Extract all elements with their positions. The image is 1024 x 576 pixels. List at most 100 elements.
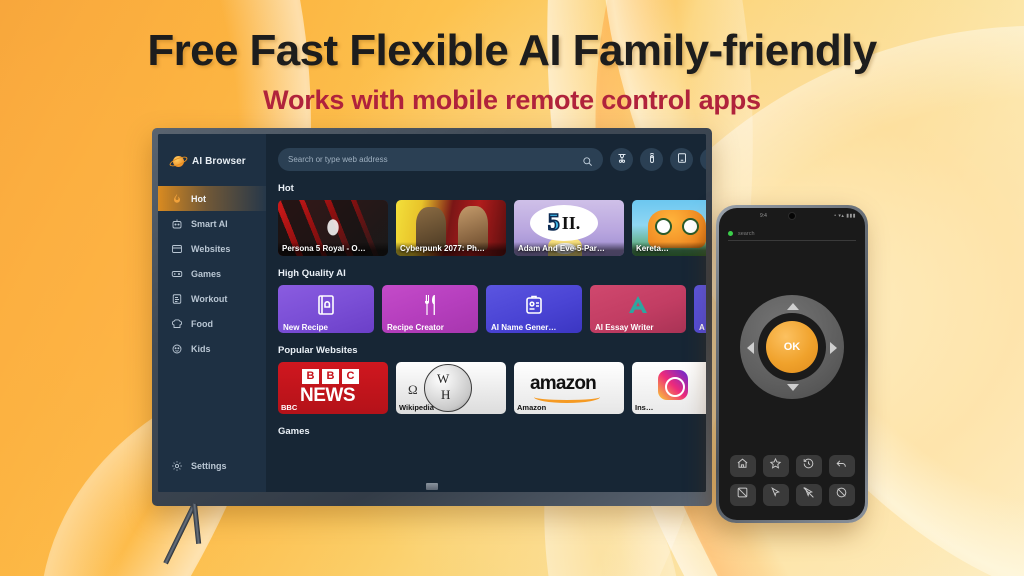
home-button[interactable]	[729, 455, 756, 477]
card-row-websites: BBC NEWS BBC Ω Wikipedia amazon Am	[278, 362, 706, 414]
screenshot-button[interactable]	[729, 484, 756, 506]
sidebar-item-games[interactable]: Games	[158, 261, 266, 286]
sidebar-item-label: Kids	[191, 343, 211, 354]
back-button[interactable]	[828, 455, 855, 477]
card-label: Adam And Eve-5-Par…	[514, 242, 624, 256]
magnifier-icon	[582, 154, 593, 166]
phone-search-placeholder: search	[738, 230, 755, 237]
chef-hat-icon	[171, 318, 183, 330]
star-favorite-icon	[769, 457, 782, 475]
history-button[interactable]	[795, 455, 822, 477]
saturn-planet-icon	[168, 154, 189, 169]
sidebar-item-label: Games	[191, 268, 222, 279]
robot-icon	[171, 218, 183, 230]
ai-card[interactable]: AI Essay Writer	[590, 285, 686, 333]
sidebar-item-label: Food	[191, 318, 213, 329]
id-badge-icon	[522, 293, 546, 317]
ai-card-label: Recipe Creator	[387, 323, 444, 332]
phone-search-field[interactable]: search	[728, 227, 856, 241]
website-label: BBC	[281, 403, 298, 412]
gear-icon	[171, 460, 183, 472]
ok-button[interactable]: OK	[766, 321, 818, 373]
dpad-container: OK	[719, 284, 865, 410]
promo-headline: Free Fast Flexible AI Family-friendly	[147, 26, 877, 75]
tv-screen: AI Browser Hot Smart AI Websites Games W…	[158, 134, 706, 492]
sidebar-item-workout[interactable]: Workout	[158, 286, 266, 311]
history-back-clock-icon	[802, 457, 815, 475]
sidebar: AI Browser Hot Smart AI Websites Games W…	[158, 134, 266, 492]
app-brand: AI Browser	[158, 148, 266, 174]
ai-browser-app: AI Browser Hot Smart AI Websites Games W…	[158, 134, 706, 492]
sidebar-item-hot[interactable]: Hot	[158, 186, 266, 211]
ai-card[interactable]: New Recipe	[278, 285, 374, 333]
remote-control-icon	[646, 151, 658, 169]
flame-icon	[171, 193, 183, 205]
website-label: Amazon	[517, 403, 547, 412]
bbc-news-wordmark: NEWS	[300, 385, 356, 406]
bbc-logo: BBC	[302, 369, 359, 384]
pointer-button[interactable]	[762, 484, 789, 506]
sidebar-item-food[interactable]: Food	[158, 311, 266, 336]
a-letter-icon	[626, 293, 650, 317]
kid-face-icon	[171, 343, 183, 355]
bookmark-icon	[676, 151, 688, 169]
sidebar-item-websites[interactable]: Websites	[158, 236, 266, 261]
promo-subheadline: Works with mobile remote control apps	[263, 85, 761, 115]
robot-assistant-icon	[616, 151, 628, 169]
main-content: Search or type web address Hot Persona 5…	[266, 134, 706, 492]
website-label: Wikipedia	[399, 403, 434, 412]
card-label: Persona 5 Royal - O…	[278, 242, 388, 256]
ai-card-label: AI Essay Writer	[595, 323, 654, 332]
card-label: Cyberpunk 2077: Ph…	[396, 242, 506, 256]
sidebar-item-label: Workout	[191, 293, 228, 304]
triangle-right-icon[interactable]	[830, 342, 837, 354]
connection-status-dot	[728, 231, 733, 236]
website-card[interactable]: Ins…	[632, 362, 706, 414]
remote-control-button[interactable]	[640, 148, 663, 171]
triangle-down-icon[interactable]	[787, 384, 799, 391]
website-card[interactable]: amazon Amazon	[514, 362, 624, 414]
content-card[interactable]: Cyberpunk 2077: Ph…	[396, 200, 506, 256]
ai-card-label: A	[699, 323, 705, 332]
website-card[interactable]: BBC NEWS BBC	[278, 362, 388, 414]
sidebar-item-smart-ai[interactable]: Smart AI	[158, 211, 266, 236]
phone-screen: 9:4 • ▾▴ ▮▮▮ search OK	[719, 208, 865, 520]
status-time: 9:4	[760, 212, 767, 219]
triangle-left-icon[interactable]	[747, 342, 754, 354]
sidebar-item-settings[interactable]: Settings	[158, 453, 266, 478]
content-card[interactable]: Persona 5 Royal - O…	[278, 200, 388, 256]
instagram-icon	[658, 370, 688, 400]
history-button[interactable]	[700, 148, 706, 171]
wikipedia-omega-glyph: Ω	[408, 382, 418, 397]
tv-bezel: AI Browser Hot Smart AI Websites Games W…	[152, 128, 712, 506]
section-title-high-quality-ai: High Quality AI	[278, 268, 346, 279]
phone-button-grid	[719, 455, 865, 506]
cookbook-icon	[314, 293, 338, 317]
phone-status-bar: 9:4 • ▾▴ ▮▮▮	[719, 208, 865, 223]
front-camera-icon	[788, 212, 796, 220]
bookmark-button[interactable]	[670, 148, 693, 171]
sidebar-item-label: Settings	[191, 460, 227, 471]
website-label: Ins…	[635, 403, 654, 412]
ai-card[interactable]: A	[694, 285, 706, 333]
list-document-icon	[171, 293, 183, 305]
content-card[interactable]: 5 II. Adam And Eve-5-Par…	[514, 200, 624, 256]
status-indicators: • ▾▴ ▮▮▮	[834, 212, 856, 219]
website-card[interactable]: Ω Wikipedia	[396, 362, 506, 414]
gamepad-icon	[171, 268, 183, 280]
ai-card[interactable]: Recipe Creator	[382, 285, 478, 333]
search-input[interactable]: Search or type web address	[278, 148, 603, 171]
phone-device: 9:4 • ▾▴ ▮▮▮ search OK	[716, 205, 868, 523]
section-title-popular-websites: Popular Websites	[278, 345, 358, 356]
rotate-off-button[interactable]	[828, 484, 855, 506]
pointer-off-button[interactable]	[795, 484, 822, 506]
favorite-button[interactable]	[762, 455, 789, 477]
dpad[interactable]: OK	[740, 295, 844, 399]
content-card[interactable]: Kereta…	[632, 200, 706, 256]
robot-assistant-button[interactable]	[610, 148, 633, 171]
ai-card[interactable]: AI Name Gener…	[486, 285, 582, 333]
triangle-up-icon[interactable]	[787, 303, 799, 310]
sidebar-item-kids[interactable]: Kids	[158, 336, 266, 361]
sidebar-nav: Hot Smart AI Websites Games Workout Food…	[158, 186, 266, 361]
search-placeholder: Search or type web address	[288, 155, 388, 164]
